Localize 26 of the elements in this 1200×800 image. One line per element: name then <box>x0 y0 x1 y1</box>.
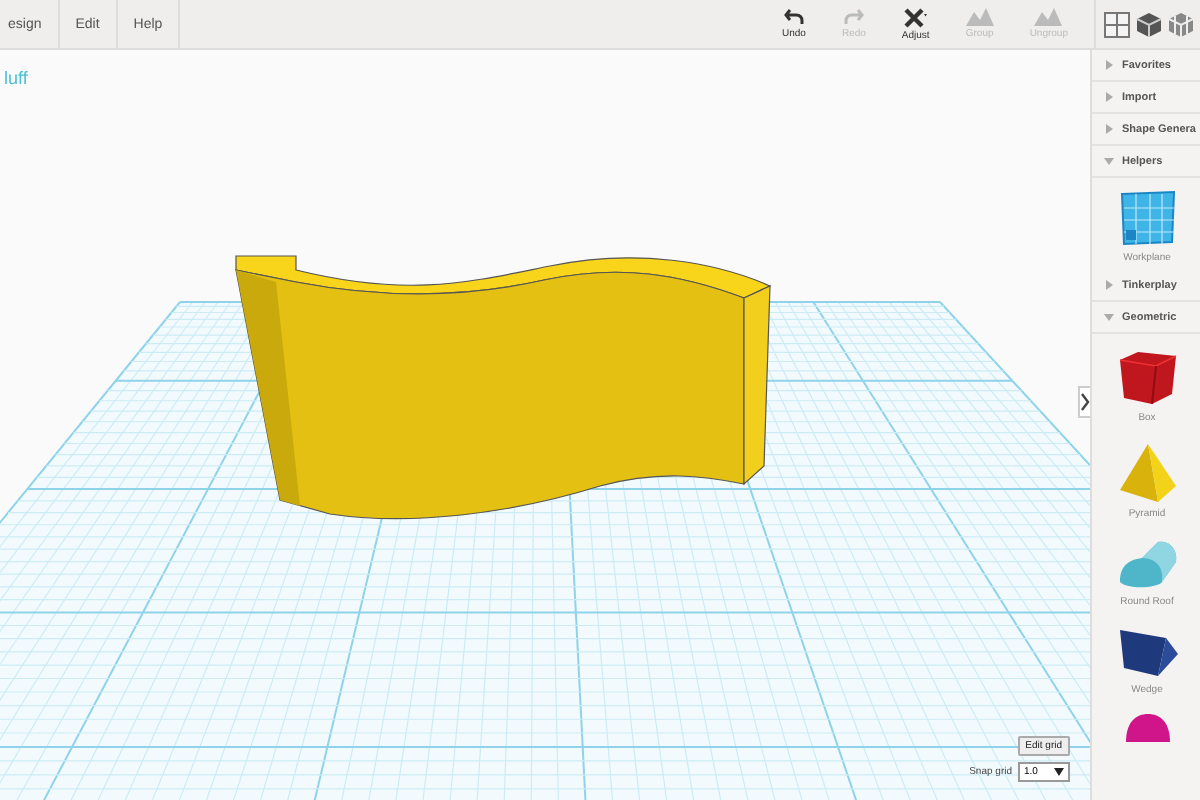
mountains-icon <box>1034 8 1063 26</box>
redo-icon <box>843 8 864 26</box>
grid-view-button[interactable] <box>1104 11 1130 37</box>
wireframe-cube-icon <box>1168 11 1194 37</box>
caret-right-icon <box>1104 92 1114 102</box>
cube-icon <box>1136 11 1162 37</box>
round-roof-icon <box>1117 538 1177 590</box>
dropdown-caret-icon <box>1054 768 1064 776</box>
wave-wall-drawing[interactable] <box>235 255 771 520</box>
caret-right-icon <box>1104 124 1114 134</box>
sidebar-collapse-button[interactable] <box>1078 386 1090 418</box>
wedge-icon <box>1117 626 1177 678</box>
undo-icon <box>783 8 804 26</box>
caret-down-icon <box>1104 312 1114 322</box>
mountains-icon <box>965 8 994 26</box>
adjust-icon <box>903 7 928 27</box>
cube-view-button[interactable] <box>1136 11 1162 37</box>
cube-icon <box>1117 346 1177 406</box>
grid-icon <box>1104 11 1130 37</box>
caret-down-icon <box>1104 156 1114 166</box>
chevron-right-icon <box>1080 392 1090 412</box>
caret-right-icon <box>1104 280 1114 290</box>
wireframe-view-button[interactable] <box>1168 11 1194 37</box>
workplane-icon <box>1117 190 1177 246</box>
caret-right-icon <box>1104 60 1114 70</box>
pyramid-icon <box>1117 442 1177 502</box>
